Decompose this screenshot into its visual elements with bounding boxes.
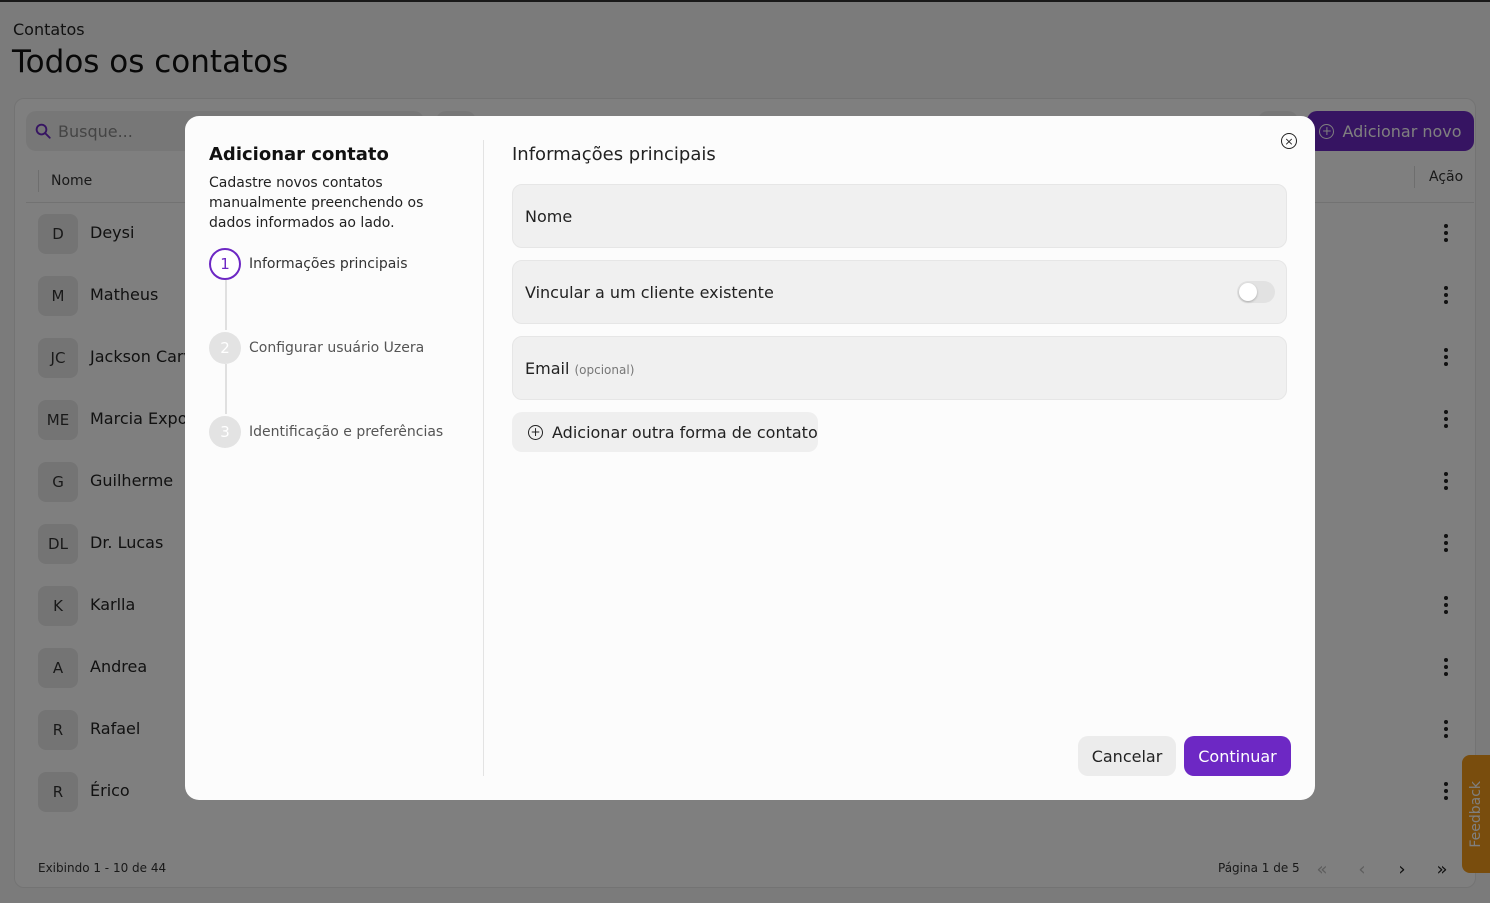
step-number: 3 [209,416,241,448]
modal-title: Adicionar contato [209,144,389,165]
email-label: Email (opcional) [525,359,634,378]
name-field[interactable] [512,184,1287,248]
modal-description: Cadastre novos contatos manualmente pree… [209,175,424,231]
plus-circle-icon: + [528,424,543,440]
modal-divider [483,140,484,776]
add-contact-method-button[interactable]: + Adicionar outra forma de contato [512,412,818,452]
email-field[interactable]: Email (opcional) [512,336,1287,400]
step-identification[interactable]: 3 Identificação e preferências [209,416,443,448]
step-connector [225,364,227,414]
toggle-knob [1239,283,1257,301]
step-main-info[interactable]: 1 Informações principais [209,248,407,280]
step-number: 2 [209,332,241,364]
step-label: Informações principais [249,256,408,272]
continue-button[interactable]: Continuar [1184,736,1291,776]
add-contact-modal: Adicionar contato Cadastre novos contato… [185,116,1315,800]
cancel-button[interactable]: Cancelar [1078,736,1176,776]
email-optional-hint: (opcional) [574,363,635,377]
name-input[interactable] [525,185,1265,247]
close-icon[interactable]: × [1281,133,1297,149]
step-label: Configurar usuário Uzera [249,340,425,356]
link-client-field: Vincular a um cliente existente [512,260,1287,324]
step-label: Identificação e preferências [249,424,444,440]
link-client-toggle[interactable] [1237,281,1275,303]
step-connector [225,280,227,330]
step-number: 1 [209,248,241,280]
add-contact-method-label: Adicionar outra forma de contato [552,422,818,442]
link-client-label: Vincular a um cliente existente [525,283,774,302]
email-label-text: Email [525,359,570,378]
step-configure-user[interactable]: 2 Configurar usuário Uzera [209,332,424,364]
section-title: Informações principais [512,144,716,165]
